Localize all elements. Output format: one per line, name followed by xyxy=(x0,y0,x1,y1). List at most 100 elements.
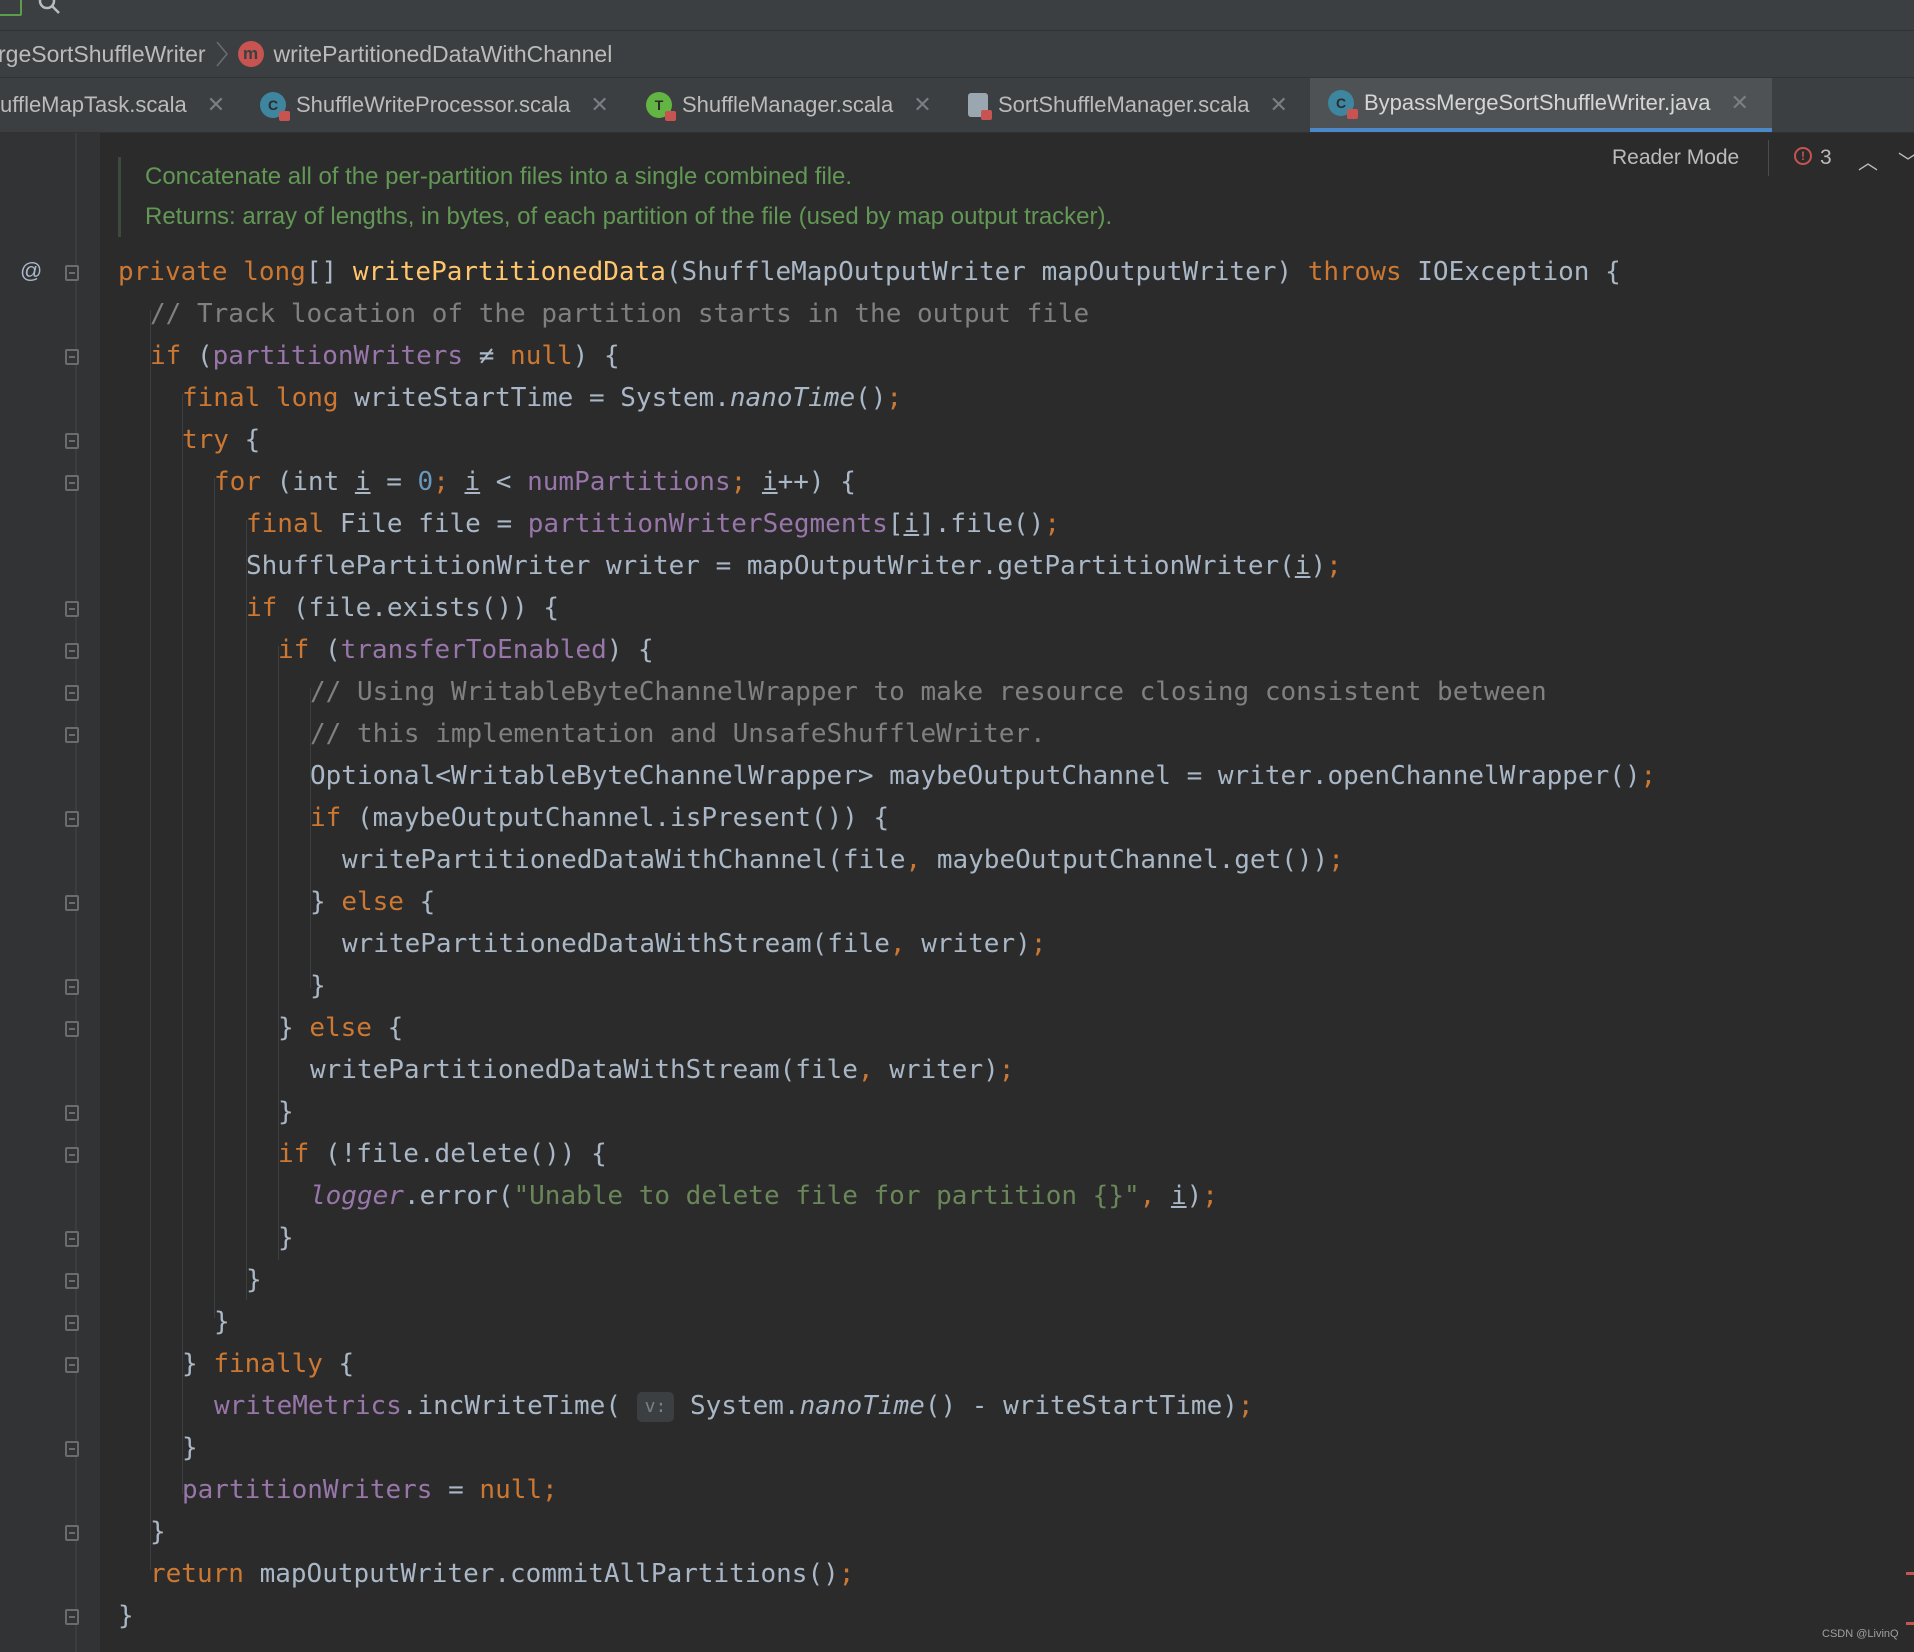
search-icon[interactable] xyxy=(38,0,60,14)
fold-icon[interactable] xyxy=(65,1273,79,1289)
tab-shufflemaptask[interactable]: uffleMapTask.scala ✕ xyxy=(0,78,225,132)
fold-icon[interactable] xyxy=(65,265,79,281)
lock-icon xyxy=(1347,109,1358,119)
code-line: } else { xyxy=(310,887,436,917)
fold-icon[interactable] xyxy=(65,1357,79,1373)
code-line: if (transferToEnabled) { xyxy=(278,635,654,665)
fold-icon[interactable] xyxy=(65,727,79,743)
tab-shufflewriteprocessor[interactable]: C ShuffleWriteProcessor.scala ✕ xyxy=(260,78,609,132)
fold-icon[interactable] xyxy=(65,685,79,701)
close-icon[interactable]: ✕ xyxy=(1270,92,1288,118)
reader-mode-button[interactable]: Reader Mode xyxy=(1612,146,1739,170)
run-config-icon[interactable] xyxy=(0,0,22,16)
method-icon: m xyxy=(237,41,264,67)
breadcrumb-method[interactable]: writePartitionedDataWithChannel xyxy=(274,41,613,68)
fold-icon[interactable] xyxy=(65,1315,79,1331)
code-line: writeMetrics.incWriteTime( v: System.nan… xyxy=(214,1391,1254,1422)
close-icon[interactable]: ✕ xyxy=(1730,90,1748,116)
code-line: if (file.exists()) { xyxy=(246,593,560,623)
tab-shufflemanager[interactable]: T ShuffleManager.scala ✕ xyxy=(646,78,932,132)
editor-gutter xyxy=(0,133,100,1652)
close-icon[interactable]: ✕ xyxy=(913,92,931,118)
code-line: private long[] writePartitionedData(Shuf… xyxy=(118,257,1621,287)
code-line: } xyxy=(278,1223,294,1253)
code-line: try { xyxy=(182,425,261,455)
main-toolbar xyxy=(0,0,1914,31)
fold-icon[interactable] xyxy=(65,475,79,491)
code-line: if (partitionWriters ≠ null) { xyxy=(150,341,620,371)
fold-icon[interactable] xyxy=(65,349,79,365)
fold-icon[interactable] xyxy=(65,601,79,617)
breadcrumb: rgeSortShuffleWriter m writePartitionedD… xyxy=(0,31,1914,78)
code-line: writePartitionedDataWithChannel(file, ma… xyxy=(342,845,1344,875)
fold-icon[interactable] xyxy=(65,895,79,911)
code-line: ShufflePartitionWriter writer = mapOutpu… xyxy=(246,551,1342,581)
code-line: } xyxy=(278,1097,294,1127)
code-line: logger.error("Unable to delete file for … xyxy=(310,1181,1218,1211)
code-line: } else { xyxy=(278,1013,404,1043)
code-line: final File file = partitionWriterSegment… xyxy=(246,509,1060,539)
tab-label: ShuffleManager.scala xyxy=(682,92,894,117)
tab-sortshufflemanager[interactable]: SortShuffleManager.scala ✕ xyxy=(968,78,1288,132)
lock-icon xyxy=(279,111,290,121)
code-line: // this implementation and UnsafeShuffle… xyxy=(310,719,1046,749)
code-line: for (int i = 0; i < numPartitions; i++) … xyxy=(214,467,856,497)
breadcrumb-class[interactable]: rgeSortShuffleWriter xyxy=(0,41,206,68)
code-line: } xyxy=(246,1265,262,1295)
code-line: } xyxy=(214,1307,230,1337)
code-line: } xyxy=(310,971,326,1001)
fold-icon[interactable] xyxy=(65,643,79,659)
fold-icon[interactable] xyxy=(65,1525,79,1541)
watermark: CSDN @LivinQ xyxy=(1822,1628,1899,1640)
tab-label: uffleMapTask.scala xyxy=(0,92,187,117)
fold-icon[interactable] xyxy=(65,979,79,995)
indent-guide xyxy=(246,520,247,1300)
fold-icon[interactable] xyxy=(65,1441,79,1457)
tab-label: SortShuffleManager.scala xyxy=(998,92,1250,117)
class-icon: C xyxy=(1328,90,1358,119)
tab-bypassmergesortshufflewriter[interactable]: C BypassMergeSortShuffleWriter.java ✕ xyxy=(1310,78,1772,132)
override-annotation-icon[interactable]: @ xyxy=(20,258,42,284)
indent-guide xyxy=(150,310,151,1570)
code-line: if (!file.delete()) { xyxy=(278,1139,607,1169)
class-icon: C xyxy=(260,92,290,121)
lock-icon xyxy=(981,110,992,120)
code-line: Optional<WritableByteChannelWrapper> may… xyxy=(310,761,1657,791)
scala-object-icon xyxy=(968,93,992,120)
code-line: if (maybeOutputChannel.isPresent()) { xyxy=(310,803,890,833)
lock-icon xyxy=(665,111,676,121)
code-line: final long writeStartTime = System.nanoT… xyxy=(182,383,903,413)
fold-icon[interactable] xyxy=(65,1105,79,1121)
code-line: writePartitionedDataWithStream(file, wri… xyxy=(342,929,1047,959)
error-stripe-mark[interactable] xyxy=(1906,1622,1914,1625)
code-line: } xyxy=(118,1601,134,1631)
code-line: writePartitionedDataWithStream(file, wri… xyxy=(310,1055,1015,1085)
fold-icon[interactable] xyxy=(65,1147,79,1163)
indent-guide xyxy=(214,478,215,1318)
code-line: // Using WritableByteChannelWrapper to m… xyxy=(310,677,1547,707)
fold-icon[interactable] xyxy=(65,433,79,449)
doc-comment: Concatenate all of the per-partition fil… xyxy=(118,157,1112,237)
fold-icon[interactable] xyxy=(65,811,79,827)
code-line: } finally { xyxy=(182,1349,355,1379)
doc-line: Returns: array of lengths, in bytes, of … xyxy=(145,203,1113,230)
fold-icon[interactable] xyxy=(65,1021,79,1037)
chevron-down-icon[interactable]: ﹀ xyxy=(1898,146,1914,175)
close-icon[interactable]: ✕ xyxy=(590,92,608,118)
error-icon[interactable]: ! xyxy=(1794,147,1812,165)
indent-guide xyxy=(182,394,183,1494)
code-line: // Track location of the partition start… xyxy=(150,299,1090,329)
code-line: } xyxy=(182,1433,198,1463)
fold-icon[interactable] xyxy=(65,1231,79,1247)
fold-icon[interactable] xyxy=(65,1609,79,1625)
error-stripe-mark[interactable] xyxy=(1906,1572,1914,1575)
chevron-up-icon[interactable]: ︿ xyxy=(1858,146,1878,175)
error-count[interactable]: 3 xyxy=(1820,146,1832,170)
tab-label: BypassMergeSortShuffleWriter.java xyxy=(1364,90,1711,115)
chevron-right-icon xyxy=(215,41,228,67)
editor-tab-bar: uffleMapTask.scala ✕ C ShuffleWriteProce… xyxy=(0,78,1914,133)
trait-icon: T xyxy=(646,92,676,121)
parameter-hint: v: xyxy=(636,1392,675,1422)
code-line: } xyxy=(150,1517,166,1547)
close-icon[interactable]: ✕ xyxy=(207,92,225,118)
